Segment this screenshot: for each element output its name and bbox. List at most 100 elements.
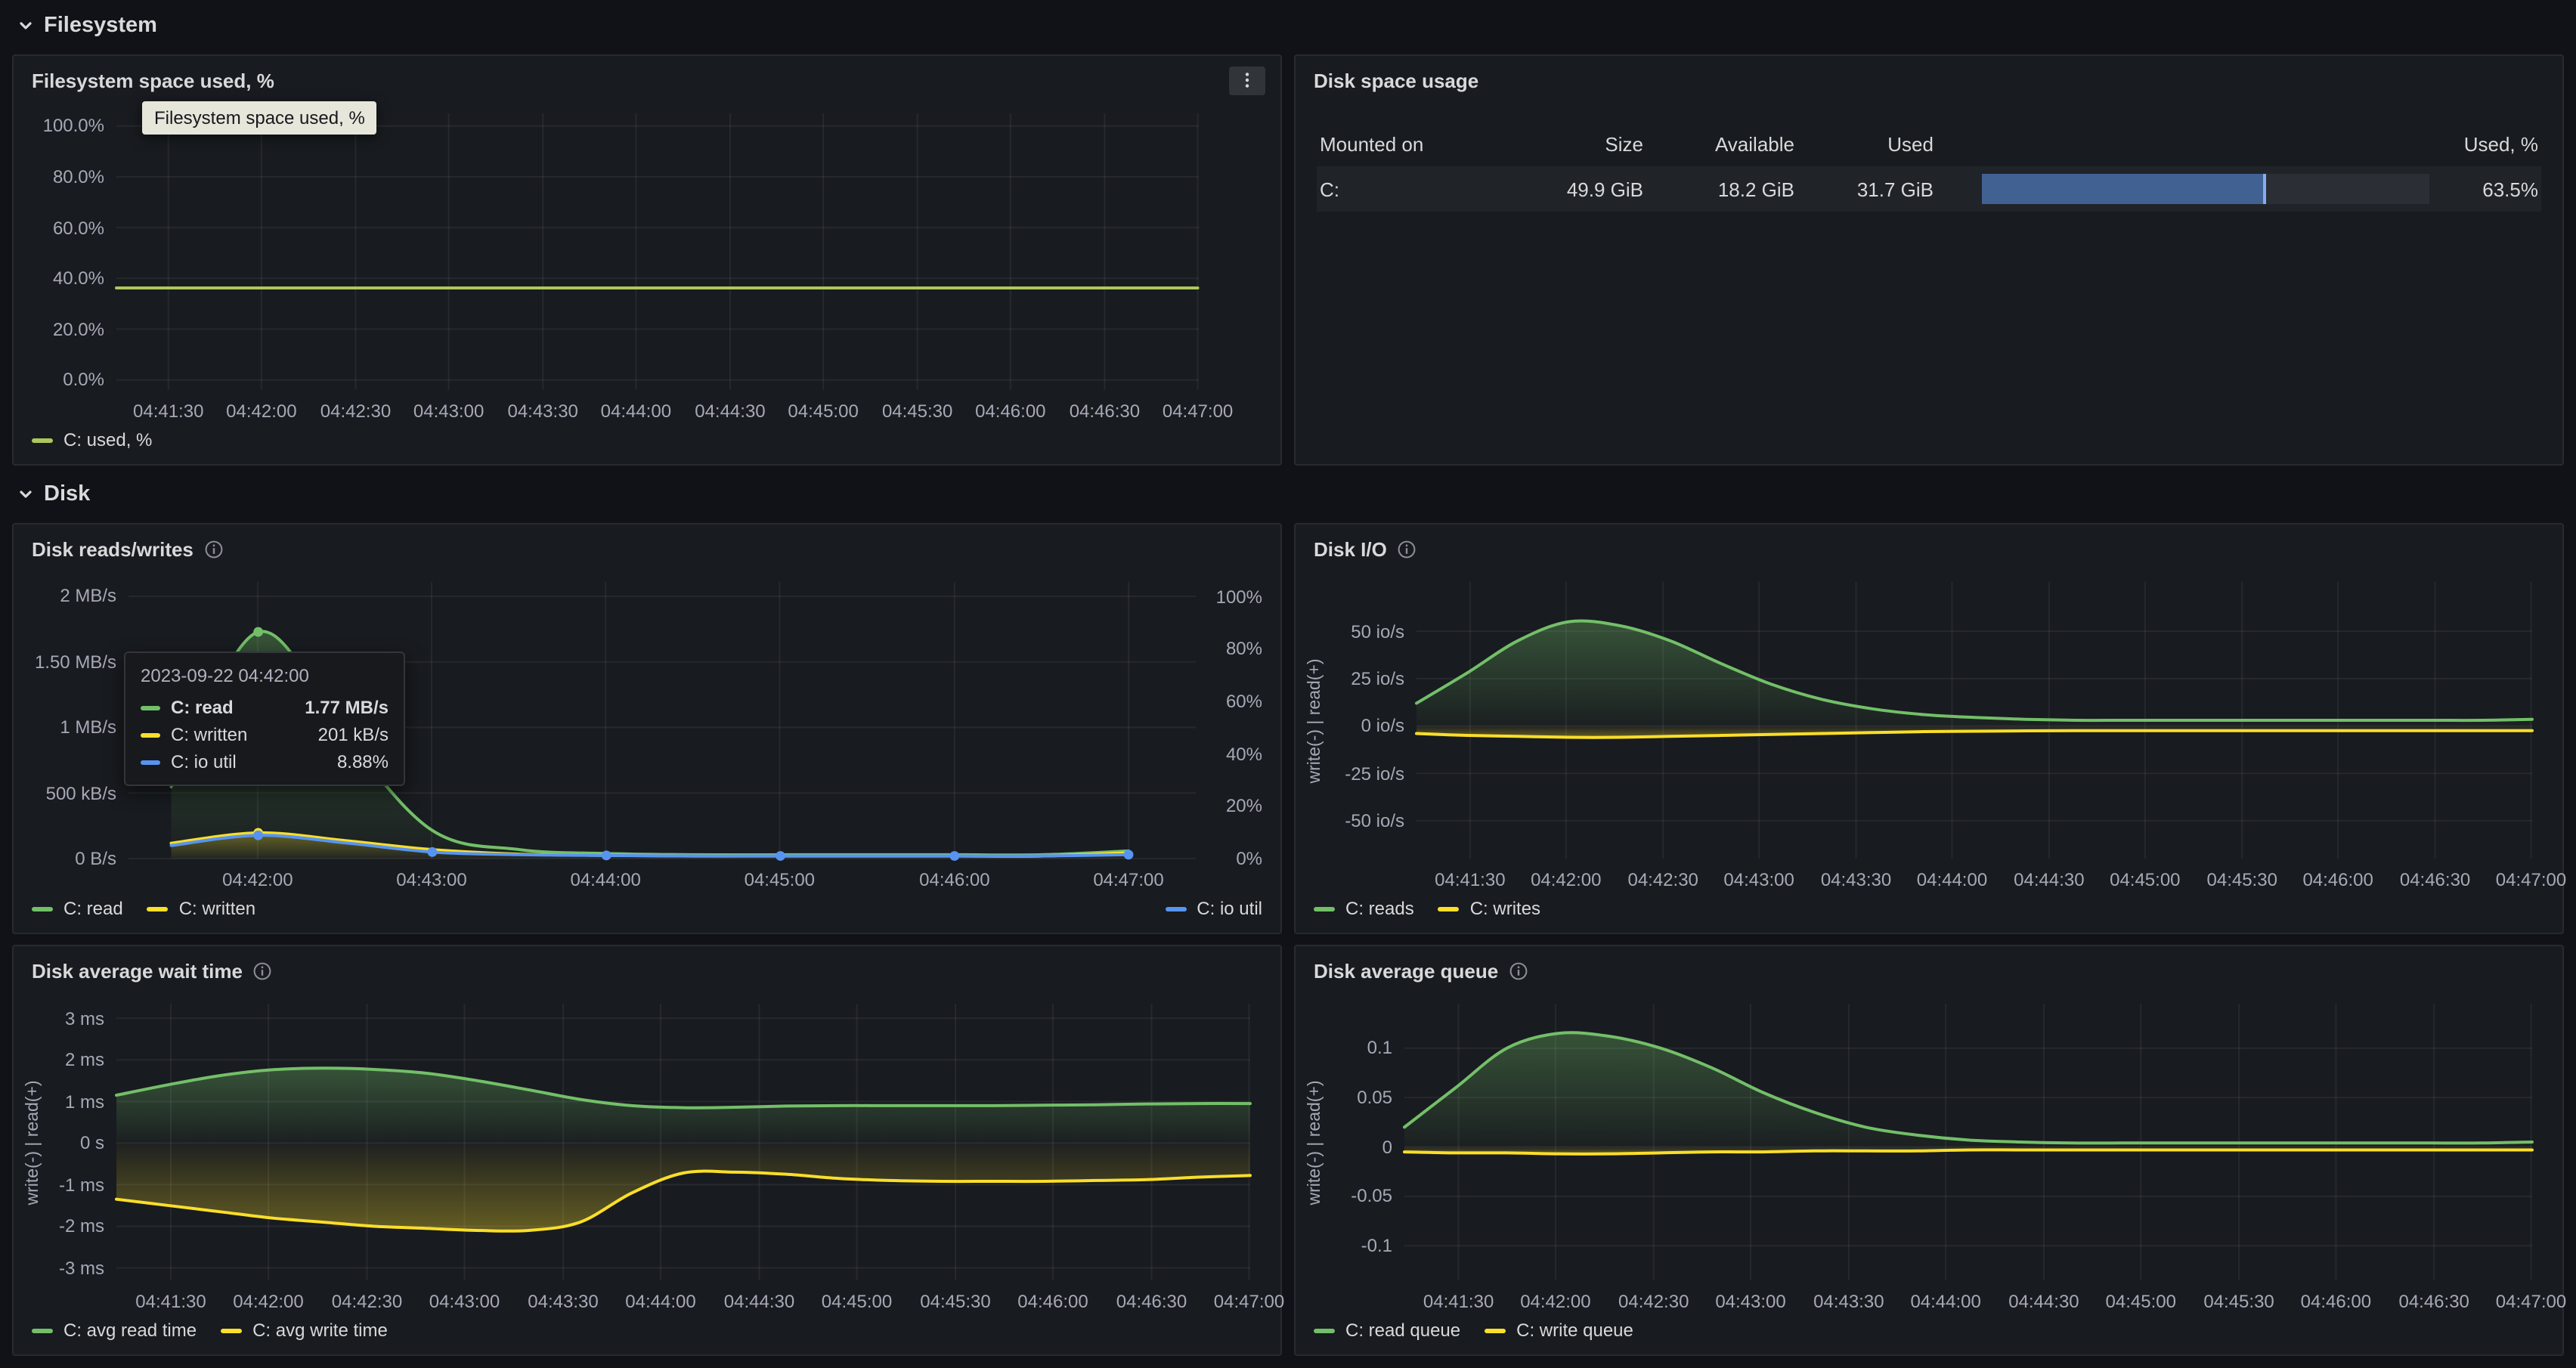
legend-series-label: C: write queue (1516, 1320, 1633, 1341)
legend-series-label: C: read (63, 898, 123, 919)
chart-disk-io[interactable]: write(-) | read(+)50 io/s25 io/s0 io/s-2… (1305, 570, 2553, 895)
col-header-used[interactable]: Used (1797, 133, 1937, 156)
panel-title[interactable]: Disk reads/writes (32, 537, 194, 560)
chart-legend: C: reads C: writes (1296, 895, 2562, 933)
legend-item[interactable]: C: read queue (1314, 1320, 1460, 1341)
cell-used: 31.7 GiB (1797, 178, 1937, 200)
legend-series-swatch (1485, 1328, 1506, 1332)
panel-title[interactable]: Disk space usage (1314, 69, 1478, 91)
chevron-down-icon (17, 17, 35, 35)
tooltip-series-label: C: written (171, 724, 247, 745)
panel-header[interactable]: Filesystem space used, % (14, 56, 1280, 101)
legend-series-label: C: io util (1197, 898, 1262, 919)
table-row[interactable]: C: 49.9 GiB 18.2 GiB 31.7 GiB 63.5% (1317, 166, 2541, 212)
tooltip-series-value: 1.77 MB/s (305, 697, 389, 718)
panel-title[interactable]: Filesystem space used, % (32, 69, 274, 91)
legend-item[interactable]: C: avg write time (221, 1320, 388, 1341)
legend-series-swatch (32, 438, 53, 442)
panel-disk-reads-writes: Disk reads/writes 2 MB/s1.50 MB/s1 MB/s5… (12, 523, 1282, 934)
series-area (1404, 1032, 2532, 1147)
chart-tooltip: 2023-09-22 04:42:00 C: read 1.77 MB/s C:… (124, 652, 405, 786)
panel-header[interactable]: Disk space usage (1296, 56, 2562, 101)
chart-legend: C: read C: written C: io util (14, 895, 1280, 933)
panel-header[interactable]: Disk reads/writes (14, 525, 1280, 570)
panel-title[interactable]: Disk average queue (1314, 959, 1498, 982)
legend-item[interactable]: C: write queue (1485, 1320, 1633, 1341)
chart-svg (1305, 570, 2553, 895)
legend-series-label: C: reads (1345, 898, 1414, 919)
panel-disk-io: Disk I/O write(-) | read(+)50 io/s25 io/… (1294, 523, 2564, 934)
legend-item[interactable]: C: reads (1314, 898, 1414, 919)
legend-item[interactable]: C: writes (1438, 898, 1540, 919)
series-color-swatch (141, 705, 160, 710)
tooltip-series-value: 201 kB/s (318, 724, 389, 745)
info-icon[interactable] (253, 961, 273, 980)
col-header-available[interactable]: Available (1646, 133, 1797, 156)
chart-svg (1305, 992, 2553, 1317)
legend-series-swatch (1165, 906, 1186, 911)
tooltip-time: 2023-09-22 04:42:00 (141, 665, 389, 686)
legend-series-swatch (147, 906, 169, 911)
chart-legend: C: avg read time C: avg write time (14, 1317, 1280, 1354)
data-point-marker (253, 627, 263, 637)
col-header-size[interactable]: Size (1513, 133, 1646, 156)
chart-disk-average-queue[interactable]: write(-) | read(+)0.10.050-0.05-0.104:41… (1305, 992, 2553, 1317)
legend-series-label: C: avg read time (63, 1320, 197, 1341)
panel-disk-space-usage: Disk space usage Mounted on Size Availab… (1294, 54, 2564, 466)
series-area (1416, 621, 2532, 726)
section-title: Filesystem (44, 14, 157, 38)
disk-usage-table: Mounted on Size Available Used Used, % C… (1296, 101, 2562, 212)
data-point-marker (1124, 850, 1134, 859)
chart-filesystem-space-used[interactable]: 100.0%80.0%60.0%40.0%20.0%0.0%04:41:3004… (23, 101, 1271, 426)
legend-item[interactable]: C: written (147, 898, 255, 919)
legend-series-swatch (1314, 906, 1335, 911)
table-header-row: Mounted on Size Available Used Used, % (1317, 122, 2541, 166)
tooltip-series-label: C: io util (171, 751, 237, 772)
legend-item[interactable]: C: read (32, 898, 123, 919)
panel-filesystem-space-used: Filesystem space used, % 100.0%80.0%60.0… (12, 54, 1282, 466)
cell-size: 49.9 GiB (1513, 178, 1646, 200)
col-header-used-pct[interactable]: Used, % (2432, 133, 2541, 156)
chevron-down-icon (17, 485, 35, 503)
tooltip-series-row: C: written 201 kB/s (141, 724, 389, 745)
data-point-marker (949, 851, 959, 861)
panel-disk-average-wait-time: Disk average wait time write(-) | read(+… (12, 945, 1282, 1356)
kebab-icon (1238, 71, 1256, 89)
chart-legend: C: read queue C: write queue (1296, 1317, 2562, 1354)
cell-mounted-on: C: (1317, 178, 1513, 200)
legend-series-label: C: used, % (63, 429, 152, 450)
data-point-marker (776, 851, 785, 861)
info-icon[interactable] (1509, 961, 1528, 980)
legend-series-swatch (32, 906, 53, 911)
panel-title[interactable]: Disk I/O (1314, 537, 1387, 560)
chart-svg (23, 101, 1271, 426)
legend-item[interactable]: C: io util (1165, 898, 1262, 919)
info-icon[interactable] (204, 539, 224, 559)
legend-item[interactable]: C: avg read time (32, 1320, 197, 1341)
info-icon[interactable] (1398, 539, 1417, 559)
panel-header[interactable]: Disk I/O (1296, 525, 2562, 570)
cell-available: 18.2 GiB (1646, 178, 1797, 200)
grafana-dashboard: Filesystem Filesystem space used, % 100.… (0, 0, 2576, 1368)
legend-series-swatch (32, 1328, 53, 1332)
legend-item[interactable]: C: used, % (32, 429, 152, 450)
section-header-filesystem[interactable]: Filesystem (12, 8, 2564, 44)
legend-series-label: C: writes (1470, 898, 1540, 919)
legend-series-label: C: read queue (1345, 1320, 1460, 1341)
chart-disk-average-wait-time[interactable]: write(-) | read(+)3 ms2 ms1 ms0 s-1 ms-2… (23, 992, 1271, 1317)
panel-header[interactable]: Disk average wait time (14, 946, 1280, 992)
panel-header[interactable]: Disk average queue (1296, 946, 2562, 992)
chart-legend: C: used, % (14, 426, 1280, 464)
data-point-marker (602, 850, 611, 860)
data-point-marker (253, 831, 263, 840)
section-header-disk[interactable]: Disk (12, 476, 2564, 512)
legend-series-label: C: avg write time (252, 1320, 388, 1341)
series-color-swatch (141, 732, 160, 737)
legend-series-swatch (221, 1328, 242, 1332)
series-color-swatch (141, 760, 160, 764)
col-header-mounted-on[interactable]: Mounted on (1317, 133, 1513, 156)
data-point-marker (428, 847, 438, 857)
panel-title[interactable]: Disk average wait time (32, 959, 243, 982)
section-title: Disk (44, 482, 90, 506)
panel-menu-button[interactable] (1229, 66, 1265, 94)
